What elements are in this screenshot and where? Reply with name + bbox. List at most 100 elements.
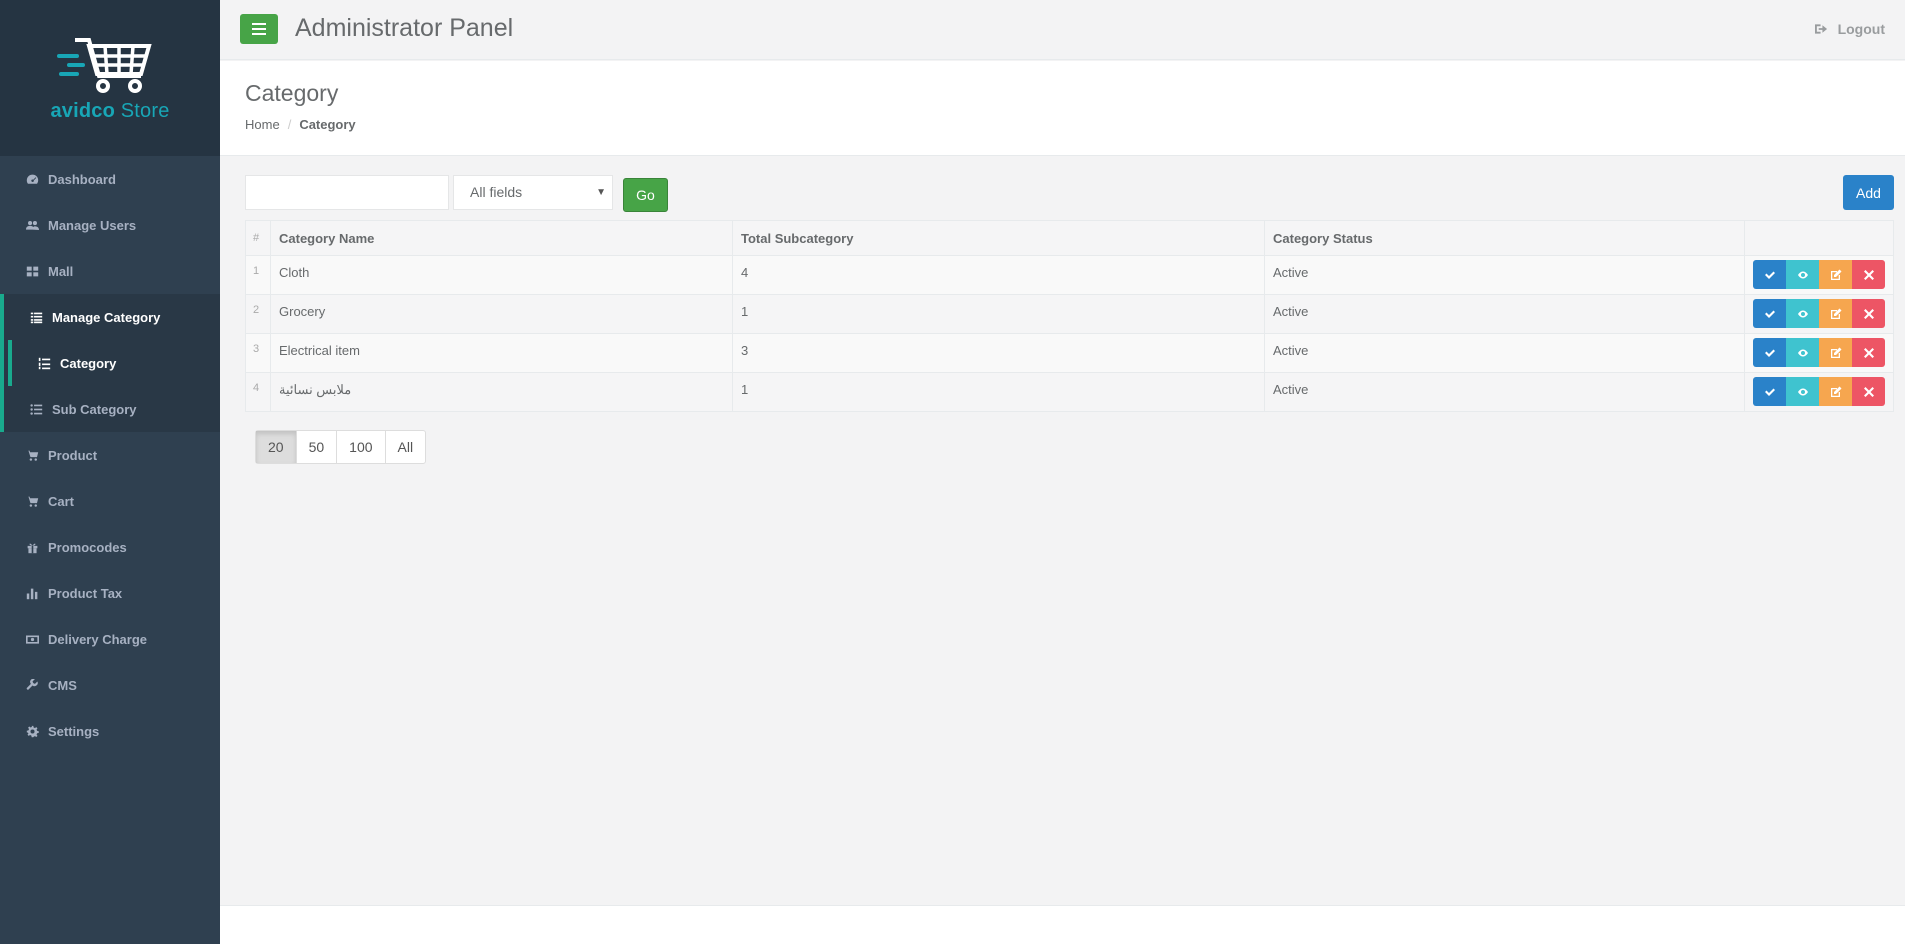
- logout-link[interactable]: Logout: [1814, 21, 1885, 37]
- breadcrumb-home[interactable]: Home: [245, 117, 280, 132]
- close-icon: [1863, 386, 1874, 397]
- sidebar-item-sub-category[interactable]: Sub Category: [4, 386, 220, 432]
- category-name-cell: Electrical item: [270, 333, 733, 373]
- delete-button[interactable]: [1852, 260, 1885, 289]
- column-header-total-subcategory[interactable]: Total Subcategory: [732, 220, 1265, 256]
- bar-chart-icon: [24, 586, 40, 600]
- category-name-cell: ملابس نسائية: [270, 372, 733, 412]
- delete-button[interactable]: [1852, 377, 1885, 406]
- sidebar-nav: Dashboard Manage Users Mall Manage Categ…: [0, 156, 220, 754]
- sidebar-item-label: CMS: [48, 677, 77, 693]
- close-icon: [1863, 269, 1874, 280]
- page-size-selector: 20 50 100 All: [255, 430, 427, 464]
- sidebar-item-manage-users[interactable]: Manage Users: [0, 202, 220, 248]
- column-header-actions: [1744, 220, 1894, 256]
- check-icon: [1764, 310, 1775, 318]
- eye-icon: [1797, 349, 1808, 356]
- sidebar-item-manage-category[interactable]: Manage Category: [4, 294, 220, 340]
- category-table: # Category Name Total Subcategory Catego…: [245, 220, 1894, 412]
- sidebar-item-dashboard[interactable]: Dashboard: [0, 156, 220, 202]
- panel-title: Administrator Panel: [295, 14, 514, 42]
- subcategory-count-cell: 1: [732, 372, 1265, 412]
- sidebar-item-delivery-charge[interactable]: Delivery Charge: [0, 616, 220, 662]
- page-heading: Category Home / Category: [220, 61, 1905, 156]
- actions-cell: [1744, 333, 1894, 373]
- column-header-index: #: [245, 220, 271, 256]
- sidebar-item-label: Promocodes: [48, 539, 127, 555]
- view-button[interactable]: [1786, 260, 1819, 289]
- brand-logo[interactable]: avidco Store: [0, 0, 220, 156]
- sidebar-item-category[interactable]: Category: [8, 340, 220, 386]
- column-header-category-name[interactable]: Category Name: [270, 220, 733, 256]
- sidebar-item-cart[interactable]: Cart: [0, 478, 220, 524]
- approve-button[interactable]: [1753, 299, 1786, 328]
- page-size-20[interactable]: 20: [256, 431, 296, 463]
- subcategory-count-cell: 3: [732, 333, 1265, 373]
- add-button[interactable]: Add: [1843, 175, 1894, 210]
- view-button[interactable]: [1786, 338, 1819, 367]
- actions-cell: [1744, 255, 1894, 295]
- view-button[interactable]: [1786, 377, 1819, 406]
- sidebar-item-label: Product: [48, 447, 98, 463]
- money-icon: [24, 632, 40, 646]
- sign-out-icon: [1814, 24, 1827, 34]
- breadcrumb-current: Category: [299, 117, 356, 132]
- list-icon: [28, 310, 44, 324]
- top-navbar: Administrator Panel Logout: [220, 0, 1905, 60]
- shopping-cart-icon: [57, 37, 152, 93]
- status-cell: Active: [1264, 255, 1745, 295]
- sidebar-item-label: Product Tax: [48, 585, 123, 601]
- category-name-cell: Cloth: [270, 255, 733, 295]
- sidebar-item-product-tax[interactable]: Product Tax: [0, 570, 220, 616]
- delete-button[interactable]: [1852, 299, 1885, 328]
- sidebar-toggle-button[interactable]: [240, 14, 278, 44]
- hamburger-icon: [252, 23, 266, 35]
- users-icon: [24, 218, 40, 232]
- row-index: 4: [245, 372, 271, 412]
- status-cell: Active: [1264, 333, 1745, 373]
- sidebar-item-label: Manage Users: [48, 217, 137, 233]
- edit-button[interactable]: [1819, 299, 1852, 328]
- edit-button[interactable]: [1819, 338, 1852, 367]
- sidebar-item-label: Settings: [48, 723, 100, 739]
- page-size-all[interactable]: All: [384, 431, 426, 463]
- approve-button[interactable]: [1753, 260, 1786, 289]
- page-size-100[interactable]: 100: [336, 431, 384, 463]
- view-button[interactable]: [1786, 299, 1819, 328]
- actions-cell: [1744, 372, 1894, 412]
- search-input[interactable]: [245, 175, 449, 210]
- field-select[interactable]: All fields ▼: [453, 175, 613, 210]
- sidebar-item-product[interactable]: Product: [0, 432, 220, 478]
- table-row: 2 Grocery 1 Active: [245, 294, 1894, 334]
- table-row: 4 ملابس نسائية 1 Active: [245, 372, 1894, 412]
- approve-button[interactable]: [1753, 338, 1786, 367]
- row-index: 3: [245, 333, 271, 373]
- page-title: Category: [245, 80, 339, 106]
- sidebar-item-cms[interactable]: CMS: [0, 662, 220, 708]
- sidebar-item-promocodes[interactable]: Promocodes: [0, 524, 220, 570]
- status-cell: Active: [1264, 372, 1745, 412]
- brand-name-part2: Store: [115, 99, 170, 122]
- sidebar-group-manage-category: Manage Category Category Sub Category: [0, 294, 220, 432]
- cart-plus-icon: [24, 448, 40, 462]
- wrench-icon: [24, 678, 40, 692]
- brand-name-part1: avidco: [50, 99, 115, 122]
- sidebar-item-settings[interactable]: Settings: [0, 708, 220, 754]
- go-button[interactable]: Go: [623, 178, 668, 212]
- edit-button[interactable]: [1819, 377, 1852, 406]
- table-header-row: # Category Name Total Subcategory Catego…: [245, 220, 1894, 256]
- page-size-50[interactable]: 50: [295, 431, 337, 463]
- list-ul-icon: [28, 402, 44, 416]
- sidebar-item-mall[interactable]: Mall: [0, 248, 220, 294]
- sidebar: avidco Store Dashboard Manage Users Mall…: [0, 0, 220, 944]
- edit-icon: [1830, 347, 1841, 358]
- column-header-category-status[interactable]: Category Status: [1264, 220, 1745, 256]
- check-icon: [1764, 388, 1775, 396]
- cart-icon: [24, 494, 40, 508]
- sidebar-item-label: Delivery Charge: [48, 631, 147, 647]
- edit-button[interactable]: [1819, 260, 1852, 289]
- subcategory-count-cell: 1: [732, 294, 1265, 334]
- delete-button[interactable]: [1852, 338, 1885, 367]
- approve-button[interactable]: [1753, 377, 1786, 406]
- footer: [220, 905, 1905, 944]
